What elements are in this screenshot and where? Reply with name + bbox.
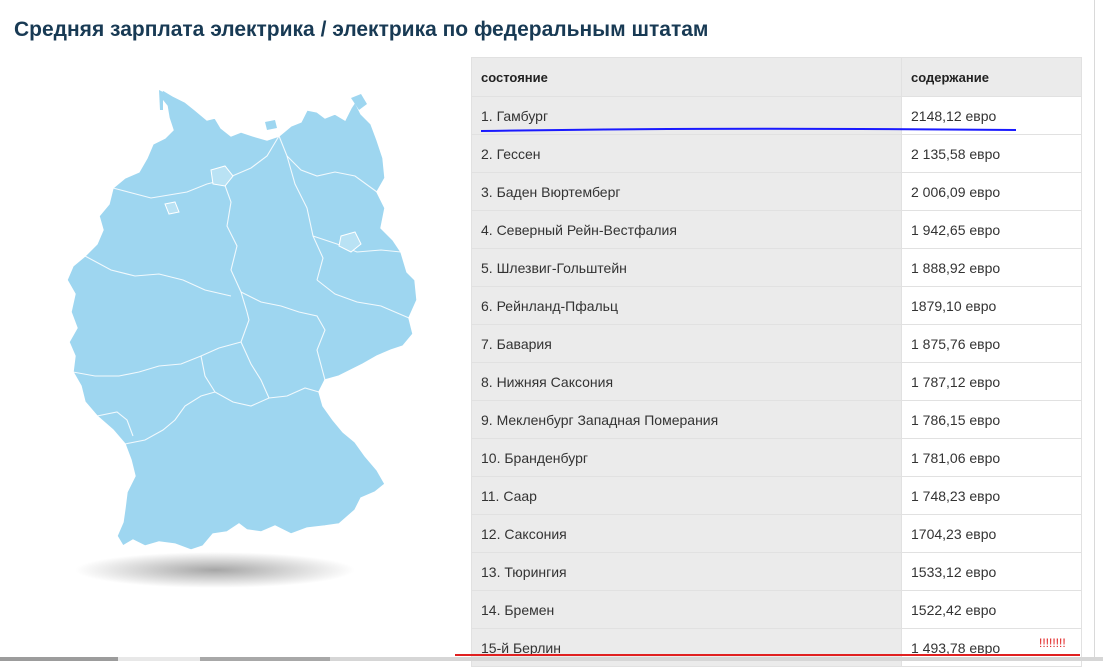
table-row: 12. Саксония 1704,23 евро: [471, 514, 1082, 553]
germany-map-graphic: [66, 89, 418, 588]
taskbar-segment: [0, 657, 118, 661]
germany-map[interactable]: [55, 80, 435, 600]
salary-cell: 1 942,65 евро: [901, 210, 1082, 249]
salary-table-container: состояние содержание 1. Гамбург 2148,12 е…: [471, 57, 1082, 667]
table-row: 11. Саар 1 748,23 евро: [471, 476, 1082, 515]
salary-cell: 1 888,92 евро: [901, 248, 1082, 287]
salary-cell: 1704,23 евро: [901, 514, 1082, 553]
state-cell: 13. Тюрингия: [471, 552, 902, 591]
state-cell: 3. Баден Вюртемберг: [471, 172, 902, 211]
table-row: 4. Северный Рейн-Вестфалия 1 942,65 евро: [471, 210, 1082, 249]
salary-cell: 2 006,09 евро: [901, 172, 1082, 211]
table-row: 14. Бремен 1522,42 евро: [471, 590, 1082, 629]
salary-cell: 1 781,06 евро: [901, 438, 1082, 477]
state-cell: 6. Рейнланд-Пфальц: [471, 286, 902, 325]
table-row: 2. Гессен 2 135,58 евро: [471, 134, 1082, 173]
salary-cell: 1 787,12 евро: [901, 362, 1082, 401]
state-cell: 9. Мекленбург Западная Померания: [471, 400, 902, 439]
state-cell: 5. Шлезвиг-Гольштейн: [471, 248, 902, 287]
state-cell: 7. Бавария: [471, 324, 902, 363]
table-row: 9. Мекленбург Западная Померания 1 786,15…: [471, 400, 1082, 439]
salary-cell: 1 748,23 евро: [901, 476, 1082, 515]
salary-cell: 2148,12 евро: [901, 96, 1082, 135]
table-row: 6. Рейнланд-Пфальц 1879,10 евро: [471, 286, 1082, 325]
taskbar-strip: [0, 657, 1103, 661]
taskbar-segment: [118, 657, 200, 661]
taskbar-segment: [200, 657, 330, 661]
table-header-row: состояние содержание: [471, 57, 1082, 97]
state-cell: 2. Гессен: [471, 134, 902, 173]
page-title: Средняя зарплата электрика / электрика п…: [14, 18, 709, 41]
state-cell: 8. Нижняя Саксония: [471, 362, 902, 401]
salary-cell: 1879,10 евро: [901, 286, 1082, 325]
table-row: 8. Нижняя Саксония 1 787,12 евро: [471, 362, 1082, 401]
salary-cell: 2 135,58 евро: [901, 134, 1082, 173]
page-divider: [1094, 0, 1095, 661]
island-sylt: [159, 90, 163, 110]
germany-outline[interactable]: [66, 89, 418, 551]
table-row: 1. Гамбург 2148,12 евро: [471, 96, 1082, 135]
exclamation-annotation: !!!!!!!!: [1039, 636, 1066, 650]
state-cell: 12. Саксония: [471, 514, 902, 553]
column-header-state[interactable]: состояние: [471, 57, 902, 97]
table-row: 13. Тюрингия 1533,12 евро: [471, 552, 1082, 591]
island-fehmarn: [265, 120, 277, 130]
map-shadow: [75, 552, 355, 588]
salary-cell: 1533,12 евро: [901, 552, 1082, 591]
salary-cell: 1522,42 евро: [901, 590, 1082, 629]
salary-cell: 1 786,15 евро: [901, 400, 1082, 439]
column-header-salary[interactable]: содержание: [901, 57, 1082, 97]
state-cell: 1. Гамбург: [471, 96, 902, 135]
salary-cell: 1 875,76 евро: [901, 324, 1082, 363]
table-row: 5. Шлезвиг-Гольштейн 1 888,92 евро: [471, 248, 1082, 287]
table-row: 10. Бранденбург 1 781,06 евро: [471, 438, 1082, 477]
table-row: 3. Баден Вюртемберг 2 006,09 евро: [471, 172, 1082, 211]
state-cell: 11. Саар: [471, 476, 902, 515]
state-cell: 4. Северный Рейн-Вестфалия: [471, 210, 902, 249]
table-row: 7. Бавария 1 875,76 евро: [471, 324, 1082, 363]
salary-table: состояние содержание 1. Гамбург 2148,12 е…: [471, 57, 1082, 667]
state-cell: 14. Бремен: [471, 590, 902, 629]
state-cell: 10. Бранденбург: [471, 438, 902, 477]
